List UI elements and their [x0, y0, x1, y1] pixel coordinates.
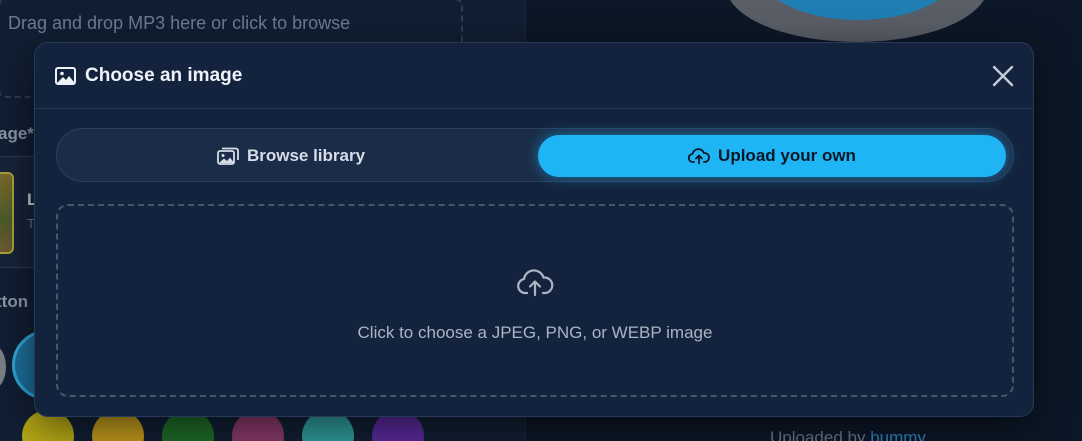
page: Drag and drop MP3 here or click to brows… [0, 0, 1082, 441]
background-image-label: age* [0, 124, 34, 143]
tab-upload-your-own-label: Upload your own [718, 146, 856, 165]
dropzone-instructions: Click to choose a JPEG, PNG, or WEBP ima… [357, 323, 713, 342]
tab-upload-your-own[interactable]: Upload your own [538, 135, 1006, 177]
image-source-tabs: Browse library Upload your own [56, 128, 1014, 182]
cloud-upload-icon [517, 269, 554, 297]
image-icon [55, 67, 76, 85]
close-icon[interactable] [988, 61, 1018, 91]
background-uploaded-prefix: Uploaded by [770, 428, 866, 441]
cloud-upload-icon [688, 148, 710, 165]
images-icon [217, 147, 239, 165]
dialog-title: Choose an image [85, 65, 243, 86]
image-upload-dropzone[interactable]: Click to choose a JPEG, PNG, or WEBP ima… [56, 204, 1014, 397]
tab-browse-library-label: Browse library [246, 146, 366, 165]
background-uploader-link[interactable]: bummy [870, 428, 926, 441]
tab-browse-library[interactable]: Browse library [57, 135, 525, 177]
background-button-label: tton [0, 292, 29, 311]
background-uploaded-by: Uploaded by bummy [770, 428, 926, 441]
background-mp3-dropzone-text: Drag and drop MP3 here or click to brows… [8, 13, 351, 33]
background-image-thumbnail [0, 172, 14, 254]
dialog-header: Choose an image [35, 43, 1033, 109]
choose-image-dialog: Choose an image Browse library Upload yo… [34, 42, 1034, 417]
